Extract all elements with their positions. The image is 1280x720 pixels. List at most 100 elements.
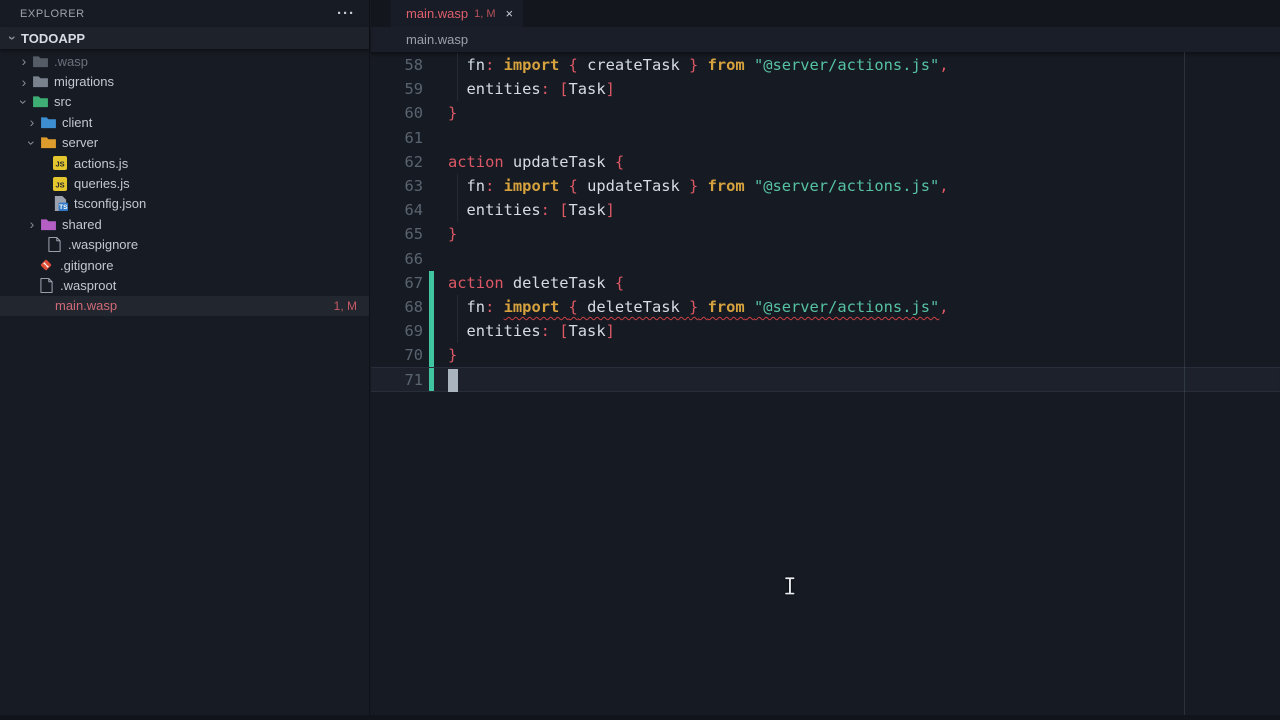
git-icon bbox=[39, 258, 53, 272]
git-added-gutter-bar bbox=[429, 368, 434, 390]
more-actions-icon[interactable]: ··· bbox=[337, 9, 355, 19]
git-added-gutter-bar bbox=[429, 343, 434, 367]
explorer-sidebar: EXPLORER ··· › TODOAPP › .wasp ›migrations… bbox=[0, 0, 370, 720]
tab-problems-badge: 1, M bbox=[474, 8, 495, 20]
git-added-gutter-bar bbox=[429, 271, 434, 295]
tsconfig-icon: TS bbox=[53, 196, 68, 211]
tree-item-label: src bbox=[54, 94, 71, 109]
code-line-63[interactable]: 63 fn: import { updateTask } from "@serv… bbox=[371, 174, 1280, 198]
tree-item-migrations[interactable]: ›migrations bbox=[0, 71, 369, 91]
code-lines: 58 fn: import { createTask } from "@serv… bbox=[371, 53, 1280, 392]
line-number: 64 bbox=[396, 198, 423, 222]
tree-item-tsconfig-json[interactable]: TS tsconfig.json bbox=[0, 194, 369, 214]
chevron-down-icon: › bbox=[24, 135, 40, 151]
javascript-icon: JS bbox=[53, 177, 67, 191]
tree-item--gitignore[interactable]: .gitignore bbox=[0, 255, 369, 275]
tree-item-label: .wasp bbox=[54, 54, 88, 69]
git-added-gutter-bar bbox=[429, 295, 434, 319]
line-number: 69 bbox=[396, 319, 423, 343]
line-number: 66 bbox=[396, 247, 423, 271]
close-icon[interactable]: × bbox=[506, 6, 514, 21]
line-number: 70 bbox=[396, 343, 423, 367]
tree-item-label: server bbox=[62, 135, 98, 150]
chevron-down-icon: › bbox=[5, 30, 21, 46]
folder-icon bbox=[41, 218, 56, 231]
code-text: } bbox=[448, 343, 457, 367]
line-number: 60 bbox=[396, 101, 423, 125]
tree-item-main-wasp[interactable]: main.wasp1, M bbox=[0, 296, 369, 316]
window-bottom-edge bbox=[0, 715, 1280, 720]
tree-item-label: queries.js bbox=[74, 176, 130, 191]
code-line-59[interactable]: 59 entities: [Task] bbox=[371, 77, 1280, 101]
code-text: entities: [Task] bbox=[448, 77, 615, 101]
line-number: 61 bbox=[396, 126, 423, 150]
tree-item-label: client bbox=[62, 115, 92, 130]
code-text: } bbox=[448, 222, 457, 246]
tree-item-shared[interactable]: ›shared bbox=[0, 214, 369, 234]
file-tree: ›.wasp›migrations›src›client›serverJSact… bbox=[0, 49, 369, 316]
chevron-down-icon: › bbox=[16, 94, 32, 110]
code-line-71[interactable]: 71 bbox=[371, 367, 1280, 391]
tree-item--waspignore[interactable]: .waspignore bbox=[0, 235, 369, 255]
code-line-70[interactable]: 70} bbox=[371, 343, 1280, 367]
code-text: fn: import { deleteTask } from "@server/… bbox=[448, 295, 949, 319]
file-icon bbox=[48, 237, 61, 252]
javascript-icon: JS bbox=[53, 156, 67, 170]
line-number: 71 bbox=[396, 368, 423, 392]
tree-item-label: .waspignore bbox=[68, 237, 138, 252]
svg-text:JS: JS bbox=[55, 160, 64, 169]
vscode-window: EXPLORER ··· › TODOAPP › .wasp ›migrations… bbox=[0, 0, 1280, 720]
breadcrumb-bar: main.wasp bbox=[371, 27, 1280, 52]
code-editor[interactable]: 58 fn: import { createTask } from "@serv… bbox=[371, 52, 1280, 720]
tree-item-actions-js[interactable]: JSactions.js bbox=[0, 153, 369, 173]
code-text: entities: [Task] bbox=[448, 319, 615, 343]
tab-main-wasp[interactable]: main.wasp 1, M × bbox=[391, 0, 523, 27]
code-line-62[interactable]: 62 action updateTask { bbox=[371, 150, 1280, 174]
line-number: 68 bbox=[396, 295, 423, 319]
tree-item-label: .wasproot bbox=[60, 278, 116, 293]
tree-item-src[interactable]: › src bbox=[0, 92, 369, 112]
folder-icon bbox=[41, 136, 56, 149]
text-cursor bbox=[448, 369, 458, 392]
tree-item-label: shared bbox=[62, 217, 102, 232]
tab-bar: main.wasp 1, M × bbox=[371, 0, 1280, 27]
folder-icon bbox=[33, 95, 48, 108]
breadcrumb[interactable]: main.wasp bbox=[406, 32, 468, 47]
code-text: action updateTask { bbox=[448, 150, 624, 174]
svg-text:JS: JS bbox=[55, 180, 64, 189]
code-line-64[interactable]: 64 entities: [Task] bbox=[371, 198, 1280, 222]
code-line-58[interactable]: 58 fn: import { createTask } from "@serv… bbox=[371, 53, 1280, 77]
problems-badge: 1, M bbox=[334, 299, 369, 313]
folder-icon bbox=[33, 55, 48, 68]
code-text: action deleteTask { bbox=[448, 271, 624, 295]
chevron-right-icon: › bbox=[24, 114, 40, 130]
project-root-row[interactable]: › TODOAPP bbox=[0, 27, 369, 49]
code-line-61[interactable]: 61 bbox=[371, 126, 1280, 150]
tree-item-label: tsconfig.json bbox=[74, 196, 146, 211]
code-text: } bbox=[448, 101, 457, 125]
folder-icon bbox=[33, 75, 48, 88]
tab-filename: main.wasp bbox=[406, 6, 468, 21]
git-added-gutter-bar bbox=[429, 319, 434, 343]
chevron-right-icon: › bbox=[16, 53, 32, 69]
chevron-right-icon: › bbox=[16, 74, 32, 90]
project-root-label: TODOAPP bbox=[21, 31, 85, 46]
line-number: 62 bbox=[396, 150, 423, 174]
line-number: 59 bbox=[396, 77, 423, 101]
tree-item--wasproot[interactable]: .wasproot bbox=[0, 275, 369, 295]
tree-item--wasp[interactable]: › .wasp bbox=[0, 51, 369, 71]
code-line-66[interactable]: 66 bbox=[371, 247, 1280, 271]
line-number: 63 bbox=[396, 174, 423, 198]
code-line-67[interactable]: 67 action deleteTask { bbox=[371, 271, 1280, 295]
tree-item-queries-js[interactable]: JS queries.js bbox=[0, 173, 369, 193]
line-number: 67 bbox=[396, 271, 423, 295]
code-line-69[interactable]: 69 entities: [Task] bbox=[371, 319, 1280, 343]
line-number: 58 bbox=[396, 53, 423, 77]
code-line-65[interactable]: 65} bbox=[371, 222, 1280, 246]
tree-item-client[interactable]: › client bbox=[0, 112, 369, 132]
explorer-title: EXPLORER bbox=[20, 8, 85, 20]
tree-item-server[interactable]: › server bbox=[0, 133, 369, 153]
line-number: 65 bbox=[396, 222, 423, 246]
code-line-68[interactable]: 68 fn: import { deleteTask } from "@serv… bbox=[371, 295, 1280, 319]
code-line-60[interactable]: 60} bbox=[371, 101, 1280, 125]
